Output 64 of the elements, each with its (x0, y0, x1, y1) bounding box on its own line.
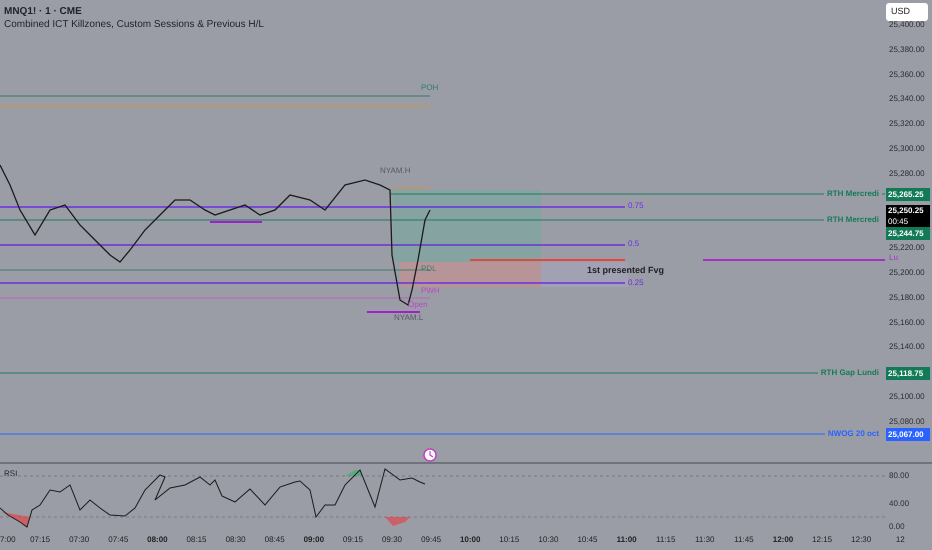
time-tick: 08:15 (186, 535, 207, 545)
time-tick: 12:30 (851, 535, 872, 545)
price-tick: 25,300.00 (889, 144, 925, 154)
last-price: 25,250.25 (888, 205, 925, 216)
chart-label: 0.5 (628, 239, 640, 249)
time-tick: 09:15 (342, 535, 363, 545)
time-tick: 09:30 (382, 535, 402, 545)
time-tick: 08:00 (147, 535, 168, 545)
clock-icon (423, 448, 437, 462)
time-tick: 08:45 (264, 535, 285, 545)
rsi-tick: 0.00 (889, 522, 905, 532)
time-tick: 12:00 (772, 535, 794, 545)
chart-label: 1st presented Fvg (587, 265, 664, 275)
time-tick: 11:45 (734, 535, 754, 545)
indicator-name: Combined ICT Killzones, Custom Sessions & Previous H/L (4, 18, 264, 32)
price-tick: 25,360.00 (889, 70, 925, 80)
chart-label: NYAM.L (394, 313, 424, 323)
price-tag: 25,118.75 (886, 367, 930, 380)
level-label: NWOG 20 oct (824, 429, 882, 439)
price-tag: 25,244.75 (886, 227, 930, 240)
level-label: RTH Mercredi (824, 189, 882, 199)
level-line (367, 311, 420, 313)
chart-label: Open (408, 300, 428, 310)
time-tick: 10:00 (460, 535, 480, 545)
time-tick: 11:00 (616, 535, 637, 545)
time-tick: 10:15 (499, 535, 520, 545)
rsi-tick: 80.00 (889, 471, 910, 481)
time-tick: 09:00 (304, 535, 324, 545)
chart-label: PWH (421, 286, 440, 296)
time-tick: 10:30 (538, 535, 558, 545)
time-tick: 7:00 (0, 535, 16, 545)
price-tick: 25,220.00 (889, 243, 925, 254)
price-tick: 25,140.00 (889, 342, 925, 352)
chart-label: NYAM.H (380, 166, 411, 176)
price-tick: 25,160.00 (889, 318, 925, 328)
price-tick: 25,200.00 (889, 268, 925, 278)
time-tick: 08:30 (226, 535, 246, 545)
currency-button[interactable]: USD (886, 3, 928, 21)
chart-label: 0.75 (628, 201, 644, 211)
rsi-tick: 40.00 (889, 499, 910, 509)
time-tick: 10:45 (577, 535, 598, 545)
chart-label: 0.25 (628, 278, 644, 288)
chart-label: POH (421, 83, 438, 93)
time-tick: 12 (896, 535, 905, 545)
price-tick: 25,320.00 (889, 119, 925, 130)
price-tick: 25,400.00 (889, 20, 925, 30)
price-tag: 25,067.00 (886, 428, 930, 441)
countdown: 00:45 (888, 216, 910, 227)
time-tick: 07:45 (108, 535, 128, 545)
price-tag: 25,265.25 (886, 188, 930, 201)
price-tick: 25,080.00 (889, 416, 925, 427)
price-tick: 25,340.00 (889, 94, 925, 104)
price-tick: 25,180.00 (889, 292, 925, 303)
time-tick: 11:15 (656, 535, 676, 545)
time-tick: 12:15 (812, 535, 832, 545)
chart-label: Lu (889, 253, 898, 263)
time-tick: 11:30 (695, 535, 715, 545)
time-tick: 09:45 (421, 535, 442, 545)
time-tick: 07:30 (69, 535, 90, 545)
price-tick: 25,100.00 (889, 392, 925, 402)
price-tick: 25,380.00 (889, 44, 925, 55)
price-tick: 25,280.00 (889, 168, 925, 179)
chart-title: MNQ1! · 1 · CME (4, 5, 82, 19)
time-tick: 07:15 (30, 535, 50, 545)
